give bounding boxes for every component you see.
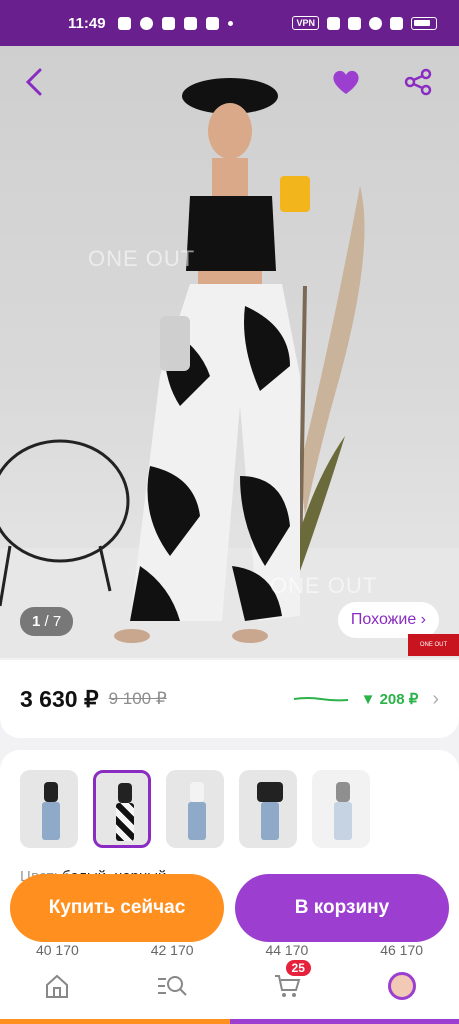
price-history-sparkline[interactable] xyxy=(293,694,349,704)
color-thumbnail[interactable] xyxy=(20,770,78,848)
product-photo[interactable]: ONE OUT ONE OUT 1 / 7 Похожие › ONE OUT xyxy=(0,46,459,658)
watermark-bottom: ONE OUT xyxy=(270,573,378,598)
avatar-notification-icon xyxy=(183,16,197,30)
shield-icon xyxy=(161,16,175,30)
brand-tag: ONE OUT xyxy=(408,634,459,656)
heart-icon xyxy=(333,70,359,94)
youtube-icon xyxy=(205,16,219,30)
add-to-cart-button[interactable]: В корзину xyxy=(235,874,449,942)
cart-count-badge: 25 xyxy=(285,960,311,976)
catalog-search-icon xyxy=(158,976,187,996)
color-thumbnail-selected[interactable] xyxy=(93,770,151,848)
size-list: 40 170 42 170 44 170 46 170 xyxy=(0,942,459,958)
similar-button[interactable]: Похожие › xyxy=(337,602,439,638)
share-button[interactable] xyxy=(398,62,438,102)
color-thumbnail[interactable] xyxy=(239,770,297,848)
more-notifications-icon xyxy=(227,20,233,26)
color-thumbnail[interactable] xyxy=(166,770,224,848)
bottom-navigation: 25 xyxy=(0,958,459,1024)
battery-icon xyxy=(411,16,437,30)
color-thumbnail-unavailable[interactable] xyxy=(312,770,370,848)
signal-icon xyxy=(390,16,403,30)
app-icon xyxy=(139,16,153,30)
photo-counter-total: / 7 xyxy=(44,613,62,630)
system-icons: VPN xyxy=(292,16,437,30)
wifi-icon xyxy=(369,16,382,30)
nav-accent-strip xyxy=(0,1019,459,1024)
current-price: 3 630 ₽ xyxy=(20,685,99,712)
size-option[interactable]: 40 170 xyxy=(36,942,79,958)
model-illustration xyxy=(0,78,365,643)
telegram-icon xyxy=(117,16,131,30)
size-option[interactable]: 46 170 xyxy=(380,942,423,958)
size-option[interactable]: 44 170 xyxy=(265,942,308,958)
share-icon xyxy=(404,68,432,96)
status-bar: 11:49 VPN xyxy=(0,0,459,46)
color-thumbnails xyxy=(20,770,370,848)
nav-home[interactable] xyxy=(37,966,77,1006)
nav-cart[interactable]: 25 xyxy=(267,960,311,1006)
status-time: 11:49 xyxy=(68,14,106,32)
nfc-icon xyxy=(327,16,340,30)
price-card: 3 630 ₽ 9 100 ₽ ▼ 208 ₽ › xyxy=(0,660,459,738)
old-price: 9 100 ₽ xyxy=(108,689,167,708)
size-option[interactable]: 42 170 xyxy=(151,942,194,958)
back-button[interactable] xyxy=(14,62,54,102)
favorite-button[interactable] xyxy=(326,62,366,102)
buy-now-button[interactable]: Купить сейчас xyxy=(10,874,224,942)
vibrate-icon xyxy=(348,16,361,30)
notification-icons xyxy=(117,16,233,30)
chevron-right-icon[interactable]: › xyxy=(432,688,439,711)
avatar xyxy=(387,972,416,1000)
chevron-left-icon xyxy=(25,68,42,96)
photo-counter-current: 1 xyxy=(32,613,41,630)
watermark-top: ONE OUT xyxy=(88,246,196,271)
vpn-badge: VPN xyxy=(292,16,319,30)
photo-counter: 1 / 7 xyxy=(20,607,74,636)
cart-icon xyxy=(274,975,301,997)
nav-profile[interactable] xyxy=(382,966,422,1006)
home-icon xyxy=(46,974,69,998)
nav-catalog-search[interactable] xyxy=(152,966,192,1006)
price-drop[interactable]: ▼ 208 ₽ xyxy=(361,690,419,708)
